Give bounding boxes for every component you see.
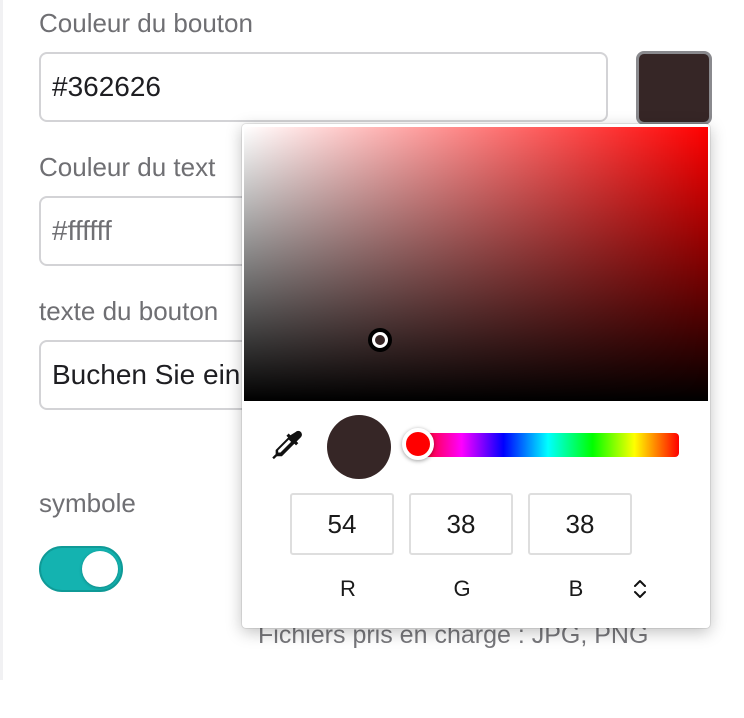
red-channel-input[interactable]: 54 [290, 493, 394, 555]
blue-channel-label: B [568, 576, 584, 601]
chevron-up-down-icon[interactable] [631, 577, 649, 601]
toggle-knob [82, 551, 118, 587]
hue-slider-thumb[interactable] [402, 428, 434, 460]
text-color-label: Couleur du text [39, 152, 216, 182]
color-picker-popover: 54 38 38 R G B [242, 124, 710, 628]
eyedropper-icon[interactable] [268, 428, 302, 462]
button-text-label: texte du bouton [39, 296, 219, 326]
button-color-input[interactable]: #362626 [39, 52, 608, 122]
hue-slider[interactable] [417, 433, 679, 457]
saturation-area[interactable] [244, 127, 708, 401]
green-channel-input[interactable]: 38 [409, 493, 513, 555]
icon-label: symbole [39, 488, 136, 518]
panel-edge [0, 0, 3, 680]
icon-toggle[interactable] [39, 546, 123, 592]
color-swatch-button[interactable] [636, 51, 712, 125]
green-channel-label: G [453, 576, 471, 601]
color-preview [327, 415, 391, 479]
blue-channel-input[interactable]: 38 [528, 493, 632, 555]
red-channel-label: R [340, 576, 356, 601]
button-color-label: Couleur du bouton [39, 8, 253, 38]
saturation-cursor[interactable] [368, 328, 392, 352]
